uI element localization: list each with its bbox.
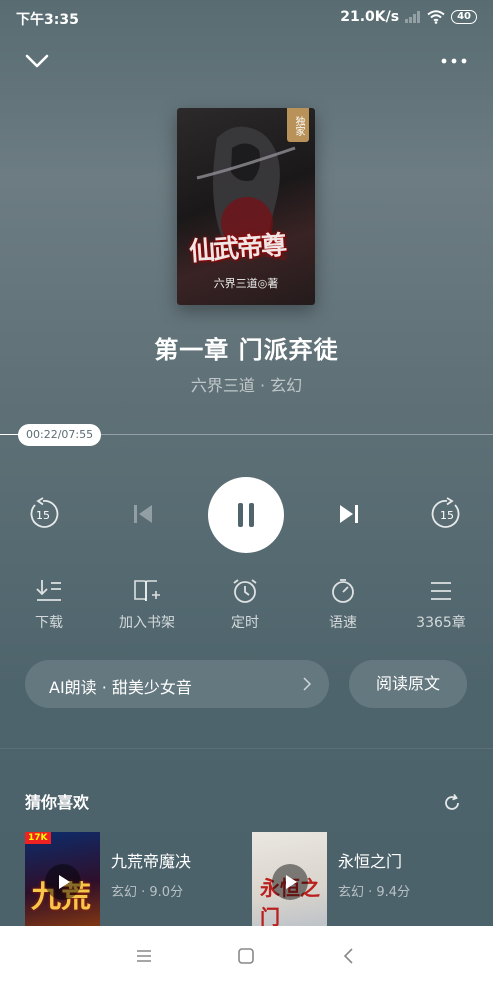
download-list-icon — [36, 580, 61, 601]
recommendation-item[interactable]: 17K 九荒 九荒帝魔决 玄幻 · 9.0分 — [25, 832, 245, 932]
rewind-15-button[interactable]: 15 — [26, 497, 60, 531]
battery-indicator: 40 — [451, 10, 477, 24]
menu-icon[interactable] — [134, 946, 154, 966]
download-button[interactable]: 下载 — [0, 578, 98, 632]
status-indicators: 21.0K/s 40 — [340, 9, 477, 25]
speed-label: 语速 — [329, 615, 357, 631]
voice-label: AI朗读 · 甜美少女音 — [49, 678, 192, 697]
recommendation-name: 永恒之门 — [338, 852, 403, 871]
rewind-seconds: 15 — [36, 509, 50, 522]
exclusive-badge: 独家 — [287, 108, 309, 142]
timer-label: 定时 — [231, 615, 259, 631]
progress-time-pill[interactable]: 00:22/07:55 — [18, 424, 102, 446]
speed-dial-icon — [332, 579, 354, 603]
alarm-clock-icon — [233, 579, 257, 603]
pause-icon — [238, 503, 243, 527]
ai-voice-selector[interactable]: AI朗读 · 甜美少女音 — [25, 660, 329, 708]
recommendation-meta: 玄幻 · 9.4分 — [338, 885, 411, 900]
download-label: 下载 — [35, 615, 63, 631]
cover-tag: 17K — [25, 832, 51, 844]
book-meta: 六界三道 · 玄幻 — [190, 376, 303, 395]
chapter-count-label: 3365章 — [416, 615, 466, 631]
read-original-button[interactable]: 阅读原文 — [349, 660, 467, 708]
signal-icon — [405, 11, 421, 23]
chapter-title: 第一章 门派弃徒 — [154, 336, 339, 364]
play-icon[interactable] — [272, 864, 308, 900]
forward-15-button[interactable]: 15 — [430, 497, 464, 531]
chevron-right-icon — [303, 677, 311, 691]
pause-button[interactable] — [208, 477, 284, 553]
speed-button[interactable]: 语速 — [294, 578, 392, 632]
refresh-icon[interactable] — [442, 793, 462, 813]
add-to-bookshelf-label: 加入书架 — [119, 615, 175, 631]
cover-title: 仙武帝尊 — [188, 230, 287, 268]
system-nav-bar — [0, 926, 493, 985]
chapter-list-icon — [431, 582, 451, 600]
status-time: 下午3:35 — [16, 12, 79, 28]
chapter-list-button[interactable]: 3365章 — [392, 578, 490, 632]
timer-button[interactable]: 定时 — [196, 578, 294, 632]
play-icon[interactable] — [45, 864, 81, 900]
add-to-bookshelf-button[interactable]: 加入书架 — [98, 578, 196, 632]
home-icon[interactable] — [236, 946, 256, 966]
book-cover[interactable]: 独家 仙武帝尊 六界三道◎著 — [177, 108, 315, 305]
wifi-icon — [427, 10, 445, 24]
status-bar: 下午3:35 21.0K/s 40 — [0, 0, 493, 34]
network-speed: 21.0K/s — [340, 9, 400, 25]
recommendations-title: 猜你喜欢 — [25, 793, 90, 812]
previous-chapter-button[interactable] — [128, 500, 158, 528]
next-chapter-button[interactable] — [334, 500, 364, 528]
recommendation-cover[interactable]: 17K 九荒 — [25, 832, 100, 932]
add-to-bookshelf-icon — [134, 580, 160, 602]
more-options-icon[interactable] — [439, 52, 469, 70]
cover-author: 六界三道◎著 — [213, 277, 279, 290]
action-row: 下载 加入书架 定时 语速 3365章 — [0, 578, 493, 632]
chevron-down-icon[interactable] — [24, 50, 50, 72]
forward-seconds: 15 — [440, 509, 454, 522]
recommendation-name: 九荒帝魔决 — [111, 852, 192, 871]
recommendation-cover[interactable]: 永恒之门 — [252, 832, 327, 932]
back-icon[interactable] — [339, 946, 359, 966]
recommendation-item[interactable]: 永恒之门 永恒之门 玄幻 · 9.4分 — [252, 832, 472, 932]
divider — [0, 748, 493, 749]
recommendation-meta: 玄幻 · 9.0分 — [111, 885, 184, 900]
